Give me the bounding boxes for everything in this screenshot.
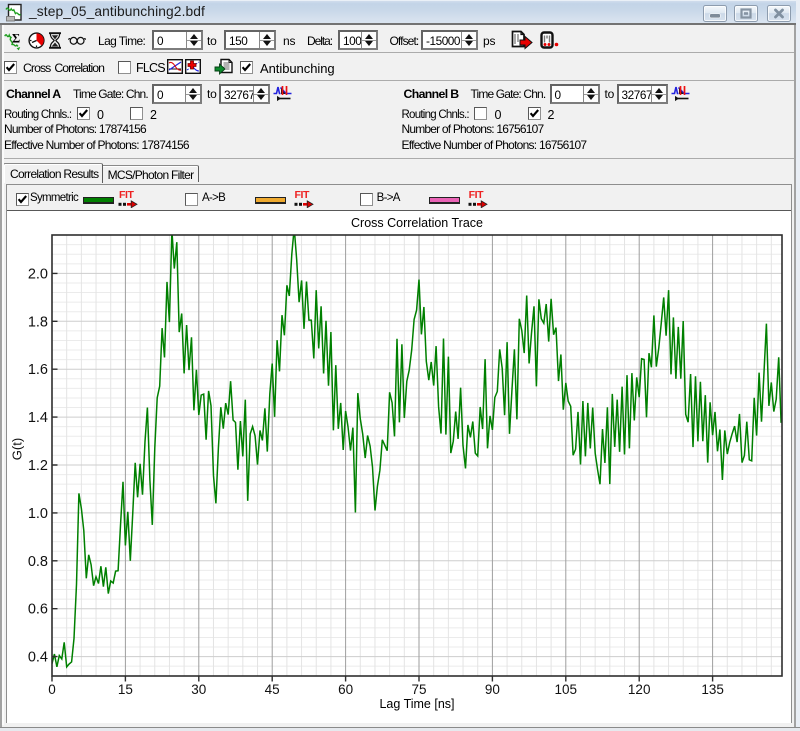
svg-text:0.4: 0.4 [28, 650, 48, 666]
svg-text:0.6: 0.6 [28, 602, 48, 618]
svg-text:60: 60 [338, 682, 353, 697]
svg-text:1.2: 1.2 [28, 458, 48, 474]
svg-text:75: 75 [411, 682, 426, 697]
svg-text:1.8: 1.8 [28, 314, 48, 330]
svg-text:Cross Correlation Trace: Cross Correlation Trace [351, 216, 483, 230]
svg-text:15: 15 [118, 682, 133, 697]
svg-text:G(t): G(t) [10, 438, 25, 460]
svg-text:1.4: 1.4 [28, 410, 48, 426]
svg-text:2.0: 2.0 [28, 266, 48, 282]
svg-text:120: 120 [628, 682, 651, 697]
svg-text:90: 90 [485, 682, 500, 697]
svg-text:1.6: 1.6 [28, 362, 48, 378]
svg-text:135: 135 [701, 682, 724, 697]
svg-text:Lag Time [ns]: Lag Time [ns] [379, 697, 454, 711]
svg-text:45: 45 [265, 682, 280, 697]
svg-text:30: 30 [191, 682, 206, 697]
svg-text:0: 0 [48, 682, 56, 697]
svg-text:1.0: 1.0 [28, 506, 48, 522]
svg-text:105: 105 [555, 682, 578, 697]
svg-text:0.8: 0.8 [28, 554, 48, 570]
